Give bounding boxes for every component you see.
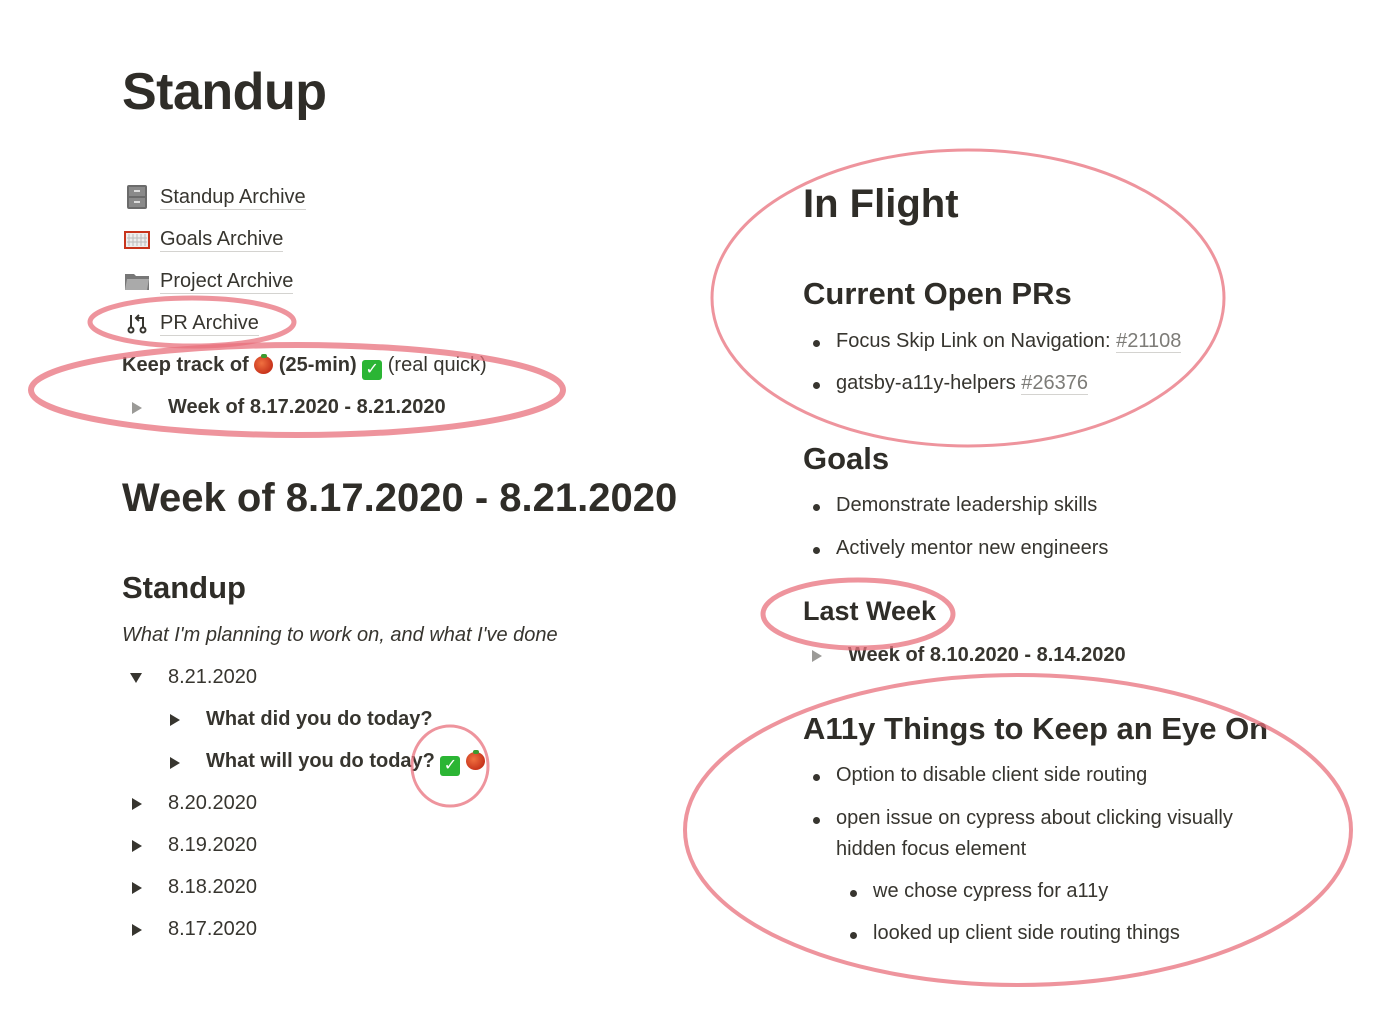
- day-label: 8.20.2020: [168, 792, 257, 814]
- list-item: Actively mentor new engineers: [803, 537, 1108, 560]
- check-note: (real quick): [387, 354, 487, 376]
- tomato-icon: [466, 750, 486, 770]
- pr-text: Focus Skip Link on Navigation:: [836, 330, 1111, 352]
- bullet-icon: [813, 382, 820, 389]
- day-label: 8.18.2020: [168, 876, 257, 898]
- link-label: Project Archive: [160, 269, 294, 294]
- link-standup-archive[interactable]: Standup Archive: [124, 184, 306, 210]
- link-label: Goals Archive: [160, 227, 284, 252]
- sub-toggle-will[interactable]: What will you do today? ✓: [170, 750, 486, 776]
- list-item: Demonstrate leadership skills: [803, 494, 1097, 517]
- day-toggle[interactable]: 8.20.2020: [132, 792, 257, 815]
- standup-heading: Standup: [122, 570, 246, 605]
- goal-text: Actively mentor new engineers: [836, 537, 1109, 559]
- check-icon: ✓: [362, 360, 383, 380]
- list-item: Option to disable client side routing: [803, 764, 1147, 787]
- bullet-icon: [813, 547, 820, 554]
- a11y-subtext: looked up client side routing things: [873, 922, 1180, 944]
- link-label: Standup Archive: [160, 185, 306, 210]
- bullet-icon: [850, 890, 857, 897]
- link-label: PR Archive: [160, 311, 259, 336]
- a11y-heading: A11y Things to Keep an Eye On: [803, 711, 1269, 746]
- bullet-icon: [813, 340, 820, 347]
- toggle-arrow-icon[interactable]: [132, 839, 142, 852]
- keep-track-line: Keep track of (25-min) ✓ (real quick): [122, 354, 487, 380]
- day-toggle[interactable]: 8.18.2020: [132, 876, 257, 899]
- goals-heading: Goals: [803, 441, 890, 476]
- bullet-icon: [813, 504, 820, 511]
- list-item: gatsby-a11y-helpers #26376: [803, 372, 1089, 395]
- link-pr-archive[interactable]: PR Archive: [124, 310, 259, 336]
- toggle-arrow-icon[interactable]: [170, 757, 180, 769]
- toggle-week-link[interactable]: Week of 8.17.2020 - 8.21.2020: [132, 396, 446, 419]
- pull-request-icon: [124, 310, 150, 336]
- keep-track-prefix: Keep track of: [122, 354, 249, 376]
- pr-text: gatsby-a11y-helpers: [836, 372, 1016, 394]
- toggle-arrow-icon[interactable]: [812, 649, 822, 662]
- open-prs-heading: Current Open PRs: [803, 276, 1072, 311]
- bullet-icon: [813, 817, 820, 824]
- week-heading: Week of 8.17.2020 - 8.21.2020: [122, 476, 678, 520]
- in-flight-heading: In Flight: [803, 182, 959, 226]
- bullet-icon: [813, 774, 820, 781]
- toggle-label: Week of 8.17.2020 - 8.21.2020: [168, 396, 446, 418]
- link-goals-archive[interactable]: Goals Archive: [124, 226, 284, 252]
- goal-net-icon: [124, 226, 150, 252]
- toggle-open-icon[interactable]: [130, 672, 142, 683]
- a11y-text: open issue on cypress about clicking vis…: [836, 807, 1233, 829]
- toggle-arrow-icon[interactable]: [170, 713, 180, 726]
- list-item: looked up client side routing things: [840, 922, 1180, 945]
- file-cabinet-icon: [124, 184, 150, 210]
- list-item: open issue on cypress about clicking vis…: [803, 807, 1233, 865]
- a11y-text: Option to disable client side routing: [836, 764, 1148, 786]
- list-item: we chose cypress for a11y: [840, 880, 1108, 903]
- day-label: 8.21.2020: [168, 666, 257, 688]
- bullet-icon: [850, 932, 857, 939]
- day-toggle[interactable]: 8.21.2020: [130, 666, 257, 689]
- tomato-note: (25-min): [278, 354, 357, 376]
- a11y-subtext: we chose cypress for a11y: [873, 880, 1109, 902]
- goal-text: Demonstrate leadership skills: [836, 494, 1098, 516]
- toggle-arrow-icon[interactable]: [132, 401, 142, 414]
- sub-toggle-label: What did you do today?: [206, 708, 433, 730]
- pr-link[interactable]: #21108: [1116, 330, 1182, 353]
- toggle-arrow-icon[interactable]: [132, 797, 142, 810]
- day-toggle[interactable]: 8.17.2020: [132, 918, 257, 941]
- day-toggle[interactable]: 8.19.2020: [132, 834, 257, 857]
- day-label: 8.17.2020: [168, 918, 257, 940]
- day-label: 8.19.2020: [168, 834, 257, 856]
- sub-toggle-did[interactable]: What did you do today?: [170, 708, 433, 731]
- link-project-archive[interactable]: Project Archive: [124, 268, 294, 294]
- page-title: Standup: [122, 63, 327, 121]
- last-week-heading: Last Week: [803, 596, 937, 626]
- folder-icon: [124, 268, 150, 294]
- list-item: Focus Skip Link on Navigation: #21108: [803, 330, 1182, 353]
- toggle-arrow-icon[interactable]: [132, 881, 142, 894]
- sub-toggle-label: What will you do today?: [206, 750, 435, 772]
- a11y-text-cont: hidden focus element: [836, 838, 1027, 860]
- pr-link[interactable]: #26376: [1021, 372, 1089, 395]
- standup-subtitle: What I'm planning to work on, and what I…: [122, 624, 558, 646]
- toggle-arrow-icon[interactable]: [132, 923, 142, 936]
- toggle-label: Week of 8.10.2020 - 8.14.2020: [848, 644, 1126, 666]
- tomato-icon: [254, 354, 274, 374]
- toggle-last-week[interactable]: Week of 8.10.2020 - 8.14.2020: [812, 644, 1126, 667]
- check-icon: ✓: [440, 756, 461, 776]
